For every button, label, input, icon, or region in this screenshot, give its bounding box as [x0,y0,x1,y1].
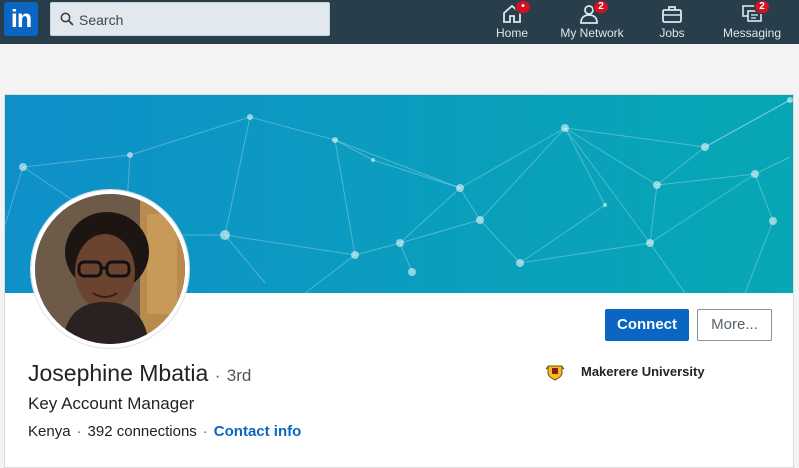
contact-info-link[interactable]: Contact info [214,423,302,440]
degree-separator: · [214,366,221,385]
profile-photo[interactable] [31,190,189,348]
nav-home-label: Home [495,26,528,40]
messaging-badge: 2 [754,0,770,14]
profile-meta: Kenya · 392 connections · Contact info [28,423,301,440]
profile-card: Connect More... Josephine Mbatia · 3rd K… [4,94,794,468]
top-nav: in Search • Home 2 My Network Jobs 2 Mes… [0,0,799,44]
connect-button[interactable]: Connect [605,309,689,341]
more-button[interactable]: More... [697,309,772,341]
university-crest-icon [545,365,565,381]
nav-messaging[interactable]: 2 Messaging [718,0,786,44]
connection-degree: 3rd [226,366,252,385]
search-input[interactable]: Search [50,2,330,36]
search-placeholder: Search [79,12,124,28]
profile-name-row: Josephine Mbatia · 3rd [28,360,251,387]
meta-separator: · [76,423,82,440]
connections-count[interactable]: 392 connections [88,423,197,440]
profile-headline: Key Account Manager [28,394,195,413]
nav-messaging-label: Messaging [722,26,782,40]
briefcase-icon [662,6,682,23]
nav-home[interactable]: • Home [488,0,536,44]
meta-separator: · [202,423,208,440]
profile-name: Josephine Mbatia [28,360,209,386]
search-icon [60,12,74,26]
university-name: Makerere University [581,364,705,379]
network-badge: 2 [593,0,609,14]
linkedin-logo[interactable]: in [4,2,38,36]
nav-my-network[interactable]: 2 My Network [556,0,628,44]
home-badge: • [515,0,531,14]
nav-my-network-label: My Network [560,26,624,40]
nav-jobs-label: Jobs [659,26,685,40]
profile-location: Kenya [28,423,71,440]
profile-photo-image [35,194,185,344]
nav-jobs[interactable]: Jobs [650,0,694,44]
